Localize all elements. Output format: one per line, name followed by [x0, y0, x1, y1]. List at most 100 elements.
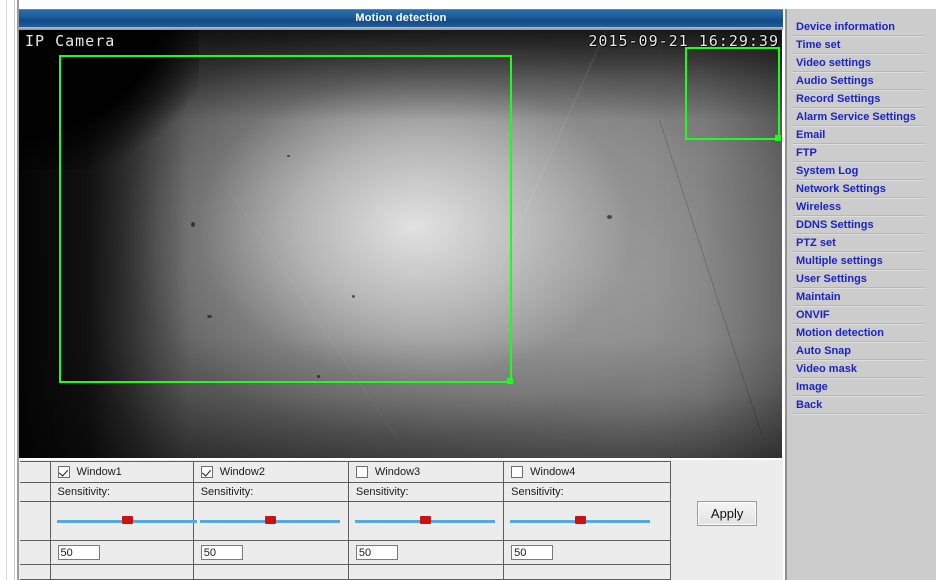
sidebar-item-label: Maintain	[796, 291, 841, 303]
sidebar-item-label: Image	[796, 381, 828, 393]
sensitivity-label-window2: Sensitivity:	[200, 486, 254, 498]
slider-thumb[interactable]	[575, 516, 587, 524]
sidebar-item-device-information[interactable]: Device information	[785, 20, 936, 38]
sidebar-item-ftp[interactable]: FTP	[785, 146, 936, 164]
sidebar-item-wireless[interactable]: Wireless	[785, 200, 936, 218]
checkbox-window4[interactable]	[511, 466, 524, 478]
cell-window1-value[interactable]	[49, 540, 194, 565]
checkbox-window1[interactable]	[57, 466, 70, 478]
cell-window1-sens-label: Sensitivity:	[49, 482, 194, 502]
sidebar-item-divider	[793, 377, 924, 379]
sidebar-item-divider	[793, 395, 924, 397]
sidebar-item-divider	[793, 125, 924, 127]
sensitivity-slider-window3[interactable]	[354, 507, 495, 535]
sidebar-item-divider	[793, 161, 924, 163]
sensitivity-input-window1[interactable]	[57, 545, 100, 560]
row-gutter-cell	[20, 501, 51, 541]
sidebar-item-onvif[interactable]: ONVIF	[785, 308, 936, 326]
slider-thumb[interactable]	[121, 516, 133, 524]
sidebar-item-video-settings[interactable]: Video settings	[785, 56, 936, 74]
table-row-sensitivity-label: Sensitivity: Sensitivity: Sensitivity: S…	[20, 482, 783, 502]
slider-thumb[interactable]	[419, 516, 431, 524]
sidebar-item-auto-snap[interactable]: Auto Snap	[785, 344, 936, 362]
sensitivity-label-window4: Sensitivity:	[511, 486, 564, 498]
cell-window4-value[interactable]	[503, 540, 672, 565]
sidebar-item-time-set[interactable]: Time set	[785, 38, 936, 56]
cell-window1-slider[interactable]	[49, 501, 197, 541]
sidebar-menu-list: Device information Time set Video settings…	[785, 9, 936, 416]
cell-window3-value[interactable]	[347, 540, 505, 565]
sidebar-item-label: Wireless	[796, 201, 842, 213]
page-frame-line-outer	[6, 0, 7, 580]
sidebar-item-system-log[interactable]: System Log	[785, 164, 936, 182]
sidebar-item-image[interactable]: Image	[785, 380, 936, 398]
apply-button[interactable]: Apply	[696, 500, 758, 526]
cell-apply: Apply	[670, 461, 783, 565]
cell-window3-sens-label: Sensitivity:	[347, 482, 505, 502]
sensitivity-input-window3[interactable]	[355, 545, 398, 560]
region-window2[interactable]	[685, 47, 781, 141]
region-window1[interactable]	[59, 55, 513, 384]
cell-window2-enable[interactable]: Window2	[192, 461, 349, 483]
sidebar-item-label: System Log	[796, 165, 859, 177]
page-root: Motion detection IP Camera 2015-09-21 16…	[0, 0, 936, 580]
sidebar-item-divider	[793, 143, 924, 145]
sidebar-item-alarm-service-settings[interactable]: Alarm Service Settings	[785, 110, 936, 128]
sidebar-item-maintain[interactable]: Maintain	[785, 290, 936, 308]
sidebar-item-label: PTZ set	[796, 237, 836, 249]
cell-window2-value[interactable]	[192, 540, 349, 565]
cell-window4-slider[interactable]	[503, 501, 672, 541]
sidebar-item-multiple-settings[interactable]: Multiple settings	[785, 254, 936, 272]
sidebar-item-label: Time set	[796, 39, 841, 51]
cell-window3-enable[interactable]: Window3	[347, 461, 505, 483]
sidebar-item-email[interactable]: Email	[785, 128, 936, 146]
label-window4: Window4	[530, 466, 576, 478]
sensitivity-input-window2[interactable]	[200, 545, 243, 560]
region-resize-handle[interactable]	[507, 378, 513, 384]
cell-window4-enable[interactable]: Window4	[503, 461, 672, 483]
region-resize-handle[interactable]	[775, 135, 781, 141]
sensitivity-slider-window2[interactable]	[199, 507, 340, 535]
checkbox-window2[interactable]	[200, 466, 213, 478]
video-preview[interactable]: IP Camera 2015-09-21 16:29:39	[19, 30, 782, 458]
sidebar-item-divider	[793, 215, 924, 217]
sidebar-item-network-settings[interactable]: Network Settings	[785, 182, 936, 200]
sidebar-item-label: Alarm Service Settings	[796, 111, 916, 123]
label-window2: Window2	[219, 466, 265, 478]
cell-window2-slider[interactable]	[192, 501, 349, 541]
sidebar-item-label: ONVIF	[796, 309, 830, 321]
cell-window4-spacer	[503, 564, 672, 580]
checkbox-window3[interactable]	[355, 466, 368, 478]
page-title: Motion detection	[355, 12, 447, 24]
sensitivity-slider-window1[interactable]	[56, 507, 197, 535]
sidebar-item-divider	[793, 197, 924, 199]
sidebar-item-label: Motion detection	[796, 327, 884, 339]
sidebar-item-label: Auto Snap	[796, 345, 851, 357]
sidebar-item-video-mask[interactable]: Video mask	[785, 362, 936, 380]
cell-window1-enable[interactable]: Window1	[49, 461, 194, 483]
sidebar-item-divider	[793, 89, 924, 91]
sidebar-item-audio-settings[interactable]: Audio Settings	[785, 74, 936, 92]
sidebar-item-divider	[793, 341, 924, 343]
sensitivity-slider-window4[interactable]	[510, 507, 651, 535]
page-frame-line-mid	[14, 0, 15, 580]
sensitivity-input-window4[interactable]	[511, 545, 554, 560]
sidebar-item-divider	[793, 71, 924, 73]
cell-window2-sens-label: Sensitivity:	[192, 482, 349, 502]
sidebar-item-divider	[793, 35, 924, 37]
cell-window1-spacer	[49, 564, 194, 580]
sidebar-item-record-settings[interactable]: Record Settings	[785, 92, 936, 110]
sidebar-item-divider	[793, 359, 924, 361]
cell-window3-slider[interactable]	[347, 501, 505, 541]
sidebar-item-ptz-set[interactable]: PTZ set	[785, 236, 936, 254]
slider-thumb[interactable]	[264, 516, 276, 524]
sidebar-item-label: Multiple settings	[796, 255, 883, 267]
sidebar-item-user-settings[interactable]: User Settings	[785, 272, 936, 290]
sidebar-item-ddns-settings[interactable]: DDNS Settings	[785, 218, 936, 236]
sidebar-item-label: Device information	[796, 21, 896, 33]
sidebar-item-back[interactable]: Back	[785, 398, 936, 416]
table-row-enable: Window1 Window2 Window3 Window4 Apply	[20, 461, 783, 565]
sidebar-item-motion-detection[interactable]: Motion detection	[785, 326, 936, 344]
sidebar-item-divider	[793, 413, 924, 415]
sidebar-item-divider	[793, 53, 924, 55]
